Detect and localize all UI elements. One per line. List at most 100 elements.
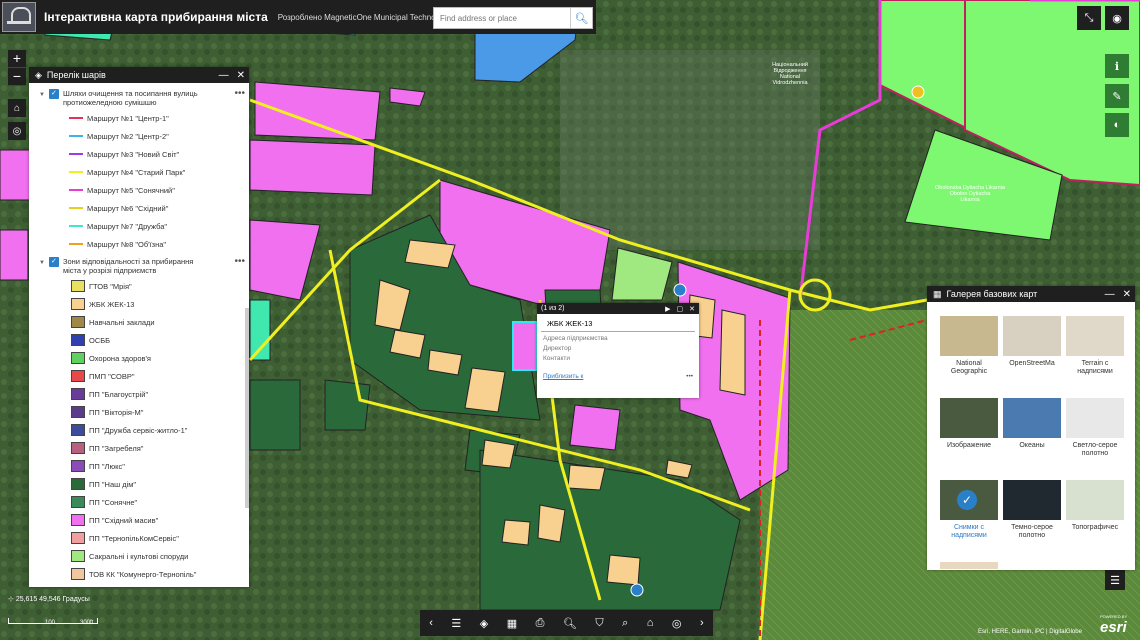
basemap-option[interactable]: OpenStreetMa bbox=[1003, 316, 1061, 398]
zone-label: ТОВ КК "Комунерго-Тернопіль" bbox=[89, 569, 197, 579]
zone-label: ПП "Східний масив" bbox=[89, 515, 159, 525]
list-icon[interactable]: ☰ bbox=[451, 617, 461, 630]
basemap-option[interactable]: Топографичес bbox=[1066, 480, 1124, 562]
route-legend-item: Маршрут №5 "Сонячний" bbox=[29, 181, 249, 199]
next-icon[interactable]: ▶ bbox=[665, 305, 670, 313]
basemap-option[interactable]: Terrain с надписями bbox=[1066, 316, 1124, 398]
zone-label: ПП "Дружба сервіс-житло-1" bbox=[89, 425, 188, 435]
layer-list-scrollbar[interactable] bbox=[245, 308, 249, 508]
basemap-option[interactable]: Светло-серое полотно bbox=[1066, 398, 1124, 480]
education-icon[interactable]: ⌂ bbox=[647, 617, 654, 629]
zone-label: ПП "Благоустрій" bbox=[89, 389, 149, 399]
basemap-thumbnail[interactable] bbox=[940, 398, 998, 438]
layer-checkbox[interactable]: ✓ bbox=[48, 257, 59, 267]
close-icon[interactable]: ✕ bbox=[1123, 289, 1131, 300]
fullscreen-button[interactable]: ⤡ bbox=[1077, 6, 1101, 30]
search-button[interactable]: 🔍︎ bbox=[570, 8, 592, 28]
route-label: Маршрут №8 "Об'їзна" bbox=[87, 239, 167, 249]
minimize-icon[interactable]: — bbox=[1105, 289, 1115, 300]
zoom-icon[interactable]: ⌕ bbox=[622, 617, 628, 630]
zone-label: ПП "Загребеля" bbox=[89, 443, 144, 453]
basemap-thumbnail[interactable] bbox=[1066, 316, 1124, 356]
basemap-option[interactable]: Океаны bbox=[1003, 398, 1061, 480]
route-line-swatch bbox=[69, 171, 83, 173]
legend-button[interactable]: ☰ bbox=[1105, 570, 1125, 590]
basemap-thumbnail[interactable] bbox=[1003, 480, 1061, 520]
zone-legend-item: ПП "Загребеля" bbox=[29, 439, 249, 457]
zone-swatch bbox=[71, 298, 85, 310]
search-icon[interactable]: 🔍︎ bbox=[563, 617, 577, 630]
route-legend-item: Маршрут №1 "Центр-1" bbox=[29, 109, 249, 127]
basemap-option[interactable]: ✓ Снимки с надписями bbox=[940, 480, 998, 562]
zone-label: ПП "Наш дім" bbox=[89, 479, 137, 489]
basemap-thumbnail[interactable] bbox=[940, 562, 998, 569]
close-icon[interactable]: ✕ bbox=[237, 70, 245, 81]
zone-legend-item: Сакральні і культові споруди bbox=[29, 547, 249, 565]
basemap-thumbnail[interactable] bbox=[1066, 398, 1124, 438]
zoom-out-button[interactable]: − bbox=[8, 68, 26, 86]
popup-field: Директор bbox=[543, 345, 572, 352]
layer-list-panel: ◈ Перелік шарів — ✕ ▼ ✓ Шляхи очищення та… bbox=[29, 67, 249, 587]
info-icon: ℹ bbox=[1114, 60, 1120, 73]
search-input[interactable] bbox=[434, 8, 570, 28]
locate-button[interactable]: ◎ bbox=[8, 122, 26, 140]
map-label-national: Національний Відродження National Vidrod… bbox=[772, 62, 808, 86]
draw-button[interactable]: ✎ bbox=[1105, 84, 1129, 108]
home-button[interactable]: ⌂ bbox=[8, 99, 26, 117]
basemap-label: National Geographic bbox=[950, 360, 988, 375]
filter-icon[interactable]: ⛉ bbox=[595, 617, 603, 630]
info-button[interactable]: ℹ bbox=[1105, 54, 1129, 78]
visibility-button[interactable]: ◉ bbox=[1105, 6, 1129, 30]
next-arrow-icon[interactable]: › bbox=[700, 617, 704, 629]
prev-arrow-icon[interactable]: ‹ bbox=[429, 617, 433, 629]
basemap-thumbnail[interactable]: ✓ bbox=[940, 480, 998, 520]
basemap-toggle-button[interactable]: ◐ bbox=[1105, 113, 1129, 137]
basemap-option[interactable]: Улицы bbox=[940, 562, 998, 569]
basemap-thumbnail[interactable] bbox=[1066, 480, 1124, 520]
zoom-to-link[interactable]: Приблизить к bbox=[543, 373, 583, 380]
more-icon[interactable]: ••• bbox=[234, 257, 245, 267]
more-icon[interactable]: ••• bbox=[234, 89, 245, 99]
print-icon[interactable]: ⎙ bbox=[536, 617, 545, 630]
expand-icon[interactable]: ▼ bbox=[39, 91, 45, 100]
layers-icon[interactable]: ◈ bbox=[480, 617, 488, 630]
grid-icon[interactable]: ▦ bbox=[507, 617, 517, 630]
maximize-icon[interactable]: ▢ bbox=[677, 305, 684, 313]
basemap-thumbnail[interactable] bbox=[1003, 398, 1061, 438]
esri-logo: POWERED BY esri bbox=[1100, 614, 1127, 636]
info-icon[interactable]: ◎ bbox=[672, 617, 682, 630]
basemap-thumbnail[interactable] bbox=[1003, 316, 1061, 356]
zone-label: Навчальні заклади bbox=[89, 317, 155, 327]
basemap-option[interactable]: Темно-серое полотно bbox=[1003, 480, 1061, 562]
zone-label: ПП "Вікторія-М" bbox=[89, 407, 144, 417]
basemap-thumbnail[interactable] bbox=[940, 316, 998, 356]
search-icon: 🔍︎ bbox=[574, 12, 589, 25]
basemap-gallery-panel: ▦ Галерея базових карт — ✕ National Geogr… bbox=[927, 286, 1135, 570]
zone-swatch bbox=[71, 442, 85, 454]
basemap-option[interactable]: Изображение bbox=[940, 398, 998, 480]
pencil-icon: ✎ bbox=[1112, 90, 1122, 103]
zoom-in-button[interactable]: + bbox=[8, 50, 26, 68]
zone-swatch bbox=[71, 424, 85, 436]
attribution: Esri, HERE, Garmin, iPC | DigitalGlobe bbox=[978, 629, 1082, 635]
basemap-option[interactable]: National Geographic bbox=[940, 316, 998, 398]
layer-group-zones[interactable]: ▼ ✓ Зони відповідальності за прибирання … bbox=[29, 253, 249, 277]
zone-swatch bbox=[71, 370, 85, 382]
zone-legend-item: ПП "Наш дім" bbox=[29, 475, 249, 493]
layer-group-label: Шляхи очищення та посипання вулиць проти… bbox=[62, 89, 198, 107]
close-icon[interactable]: ✕ bbox=[689, 305, 695, 313]
app-logo bbox=[2, 2, 36, 32]
zone-legend-item: ОСББ bbox=[29, 331, 249, 349]
route-legend-item: Маршрут №2 "Центр-2" bbox=[29, 127, 249, 145]
zone-swatch bbox=[71, 388, 85, 400]
popup-field: Контакти bbox=[543, 355, 571, 362]
popup-more-icon[interactable]: ••• bbox=[686, 373, 693, 380]
zone-swatch bbox=[71, 334, 85, 346]
layer-group-label: Зони відповідальності за прибирання міст… bbox=[62, 257, 194, 275]
popup-counter: (1 из 2) bbox=[541, 305, 565, 312]
zone-legend-item: ПП "Благоустрій" bbox=[29, 385, 249, 403]
minimize-icon[interactable]: — bbox=[219, 70, 229, 81]
layer-group-routes[interactable]: ▼ ✓ Шляхи очищення та посипання вулиць п… bbox=[29, 85, 249, 109]
layer-checkbox[interactable]: ✓ bbox=[48, 89, 59, 99]
expand-icon[interactable]: ▼ bbox=[39, 259, 45, 268]
